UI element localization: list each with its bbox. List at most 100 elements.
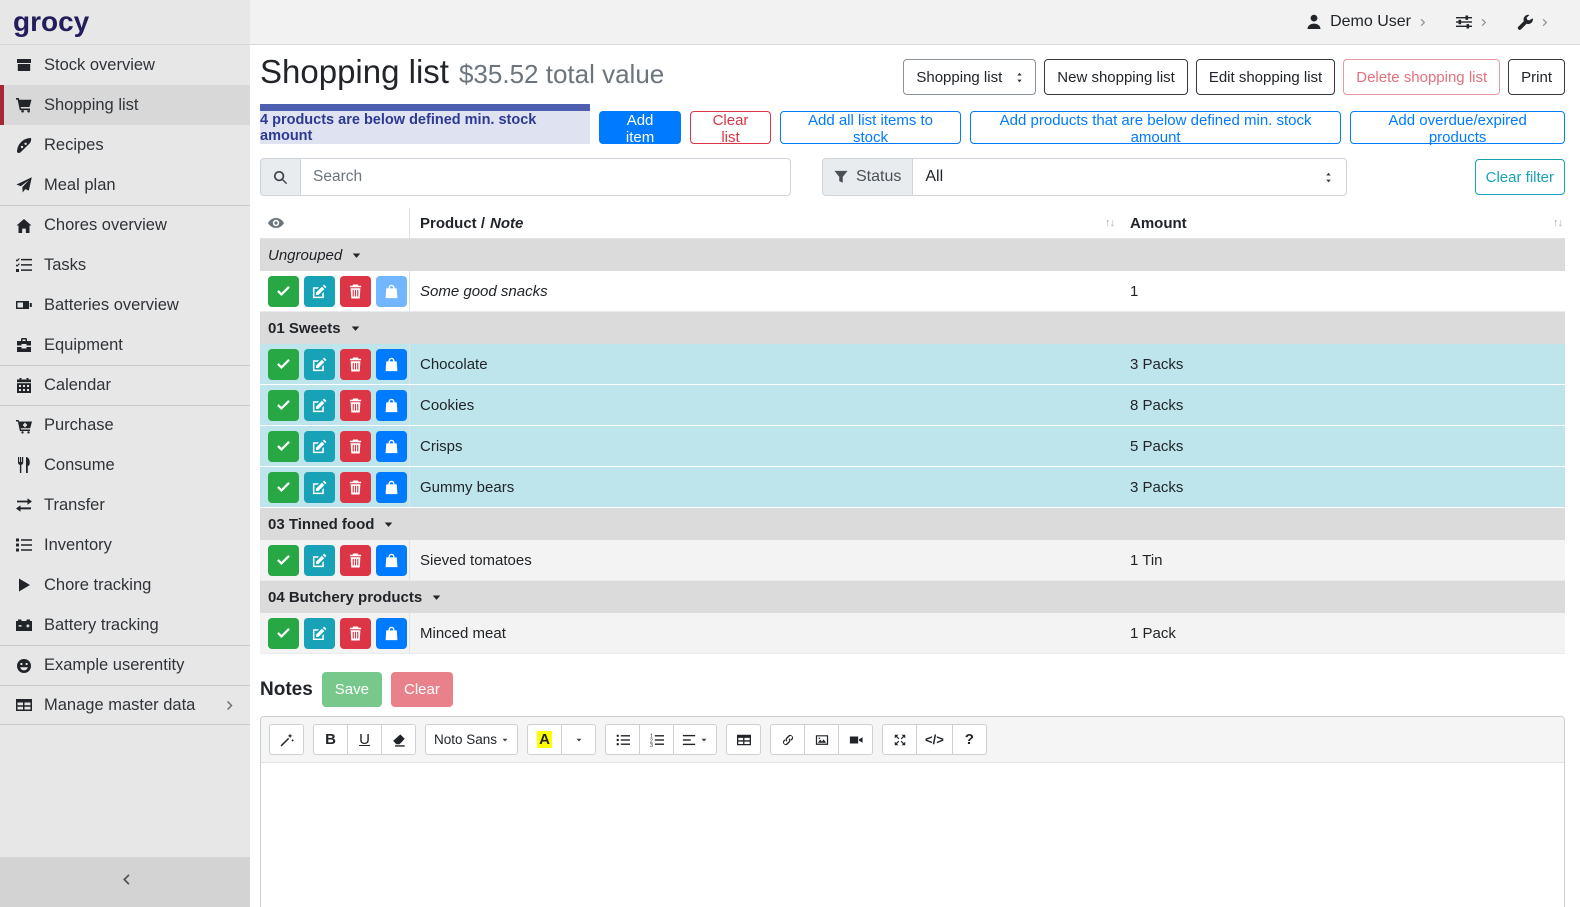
product-column-header[interactable]: Product / Note ↑↓ [410, 208, 1128, 238]
eraser-button[interactable] [381, 724, 416, 755]
product-group-header[interactable]: 04 Butchery products [260, 581, 1565, 613]
print-button[interactable]: Print [1508, 59, 1565, 95]
logo-text: grocy [13, 6, 89, 38]
paragraph-align-button[interactable] [673, 724, 717, 755]
smiley-icon [14, 658, 34, 674]
sidebar-item-calendar[interactable]: Calendar [0, 365, 250, 405]
insert-video-button[interactable] [838, 724, 873, 755]
add-to-stock-button[interactable] [376, 349, 407, 380]
shopping-list-select[interactable]: Shopping list [903, 59, 1036, 95]
caret-down-icon [350, 323, 361, 334]
notes-clear-button[interactable]: Clear [391, 672, 453, 707]
user-menu[interactable]: Demo User [1306, 13, 1428, 31]
edit-item-button[interactable] [304, 545, 335, 576]
notes-row: Notes Save Clear [260, 672, 1565, 707]
amount-column-header[interactable]: Amount ↑↓ [1128, 208, 1565, 238]
add-all-to-stock-button[interactable]: Add all list items to stock [780, 111, 961, 144]
add-to-stock-button[interactable] [376, 618, 407, 649]
sidebar-item-tasks[interactable]: Tasks [0, 245, 250, 285]
delete-item-button[interactable] [340, 545, 371, 576]
sidebar-item-batteries-overview[interactable]: Batteries overview [0, 285, 250, 325]
sidebar-item-manage-master-data[interactable]: Manage master data [0, 685, 250, 725]
clear-filter-button[interactable]: Clear filter [1475, 159, 1565, 195]
delete-item-button[interactable] [340, 276, 371, 307]
mark-done-button[interactable] [268, 276, 299, 307]
add-below-min-stock-button[interactable]: Add products that are below defined min.… [970, 111, 1341, 144]
insert-table-button[interactable] [726, 724, 761, 755]
search-input[interactable] [301, 158, 791, 196]
edit-item-button[interactable] [304, 618, 335, 649]
fullscreen-button[interactable] [882, 724, 917, 755]
clear-list-button[interactable]: Clear list [690, 111, 771, 144]
mark-done-button[interactable] [268, 431, 299, 462]
delete-item-button[interactable] [340, 349, 371, 380]
notes-editor-textarea[interactable] [261, 763, 1564, 907]
insert-picture-button[interactable] [804, 724, 839, 755]
code-view-button[interactable]: </> [916, 724, 953, 755]
admin-menu[interactable] [1517, 14, 1550, 30]
delete-item-button[interactable] [340, 472, 371, 503]
edit-item-button[interactable] [304, 349, 335, 380]
color-dropdown-button[interactable] [561, 724, 596, 755]
edit-item-button[interactable] [304, 390, 335, 421]
edit-item-button[interactable] [304, 431, 335, 462]
sidebar-item-inventory[interactable]: Inventory [0, 525, 250, 565]
add-item-button[interactable]: Add item [599, 111, 681, 144]
sidebar-item-equipment[interactable]: Equipment [0, 325, 250, 365]
sidebar-item-stock-overview[interactable]: Stock overview [0, 45, 250, 85]
sort-icon[interactable]: ↑↓ [1553, 217, 1565, 229]
ordered-list-button[interactable]: 123 [639, 724, 674, 755]
sidebar-item-recipes[interactable]: Recipes [0, 125, 250, 165]
visibility-column-header[interactable] [260, 208, 410, 238]
delete-item-button[interactable] [340, 431, 371, 462]
sidebar-item-purchase[interactable]: Purchase [0, 405, 250, 445]
new-shopping-list-button[interactable]: New shopping list [1044, 59, 1188, 95]
highlight-color-button[interactable]: A [527, 724, 562, 755]
sidebar-item-consume[interactable]: Consume [0, 445, 250, 485]
mark-done-button[interactable] [268, 349, 299, 380]
app-logo[interactable]: grocy [0, 0, 250, 44]
mark-done-button[interactable] [268, 618, 299, 649]
settings-menu[interactable] [1456, 14, 1489, 30]
product-group-header[interactable]: Ungrouped [260, 239, 1565, 271]
delete-item-button[interactable] [340, 618, 371, 649]
unordered-list-button[interactable] [605, 724, 640, 755]
insert-link-button[interactable] [770, 724, 805, 755]
sidebar-item-shopping-list[interactable]: Shopping list [0, 85, 250, 125]
sidebar-item-chores-overview[interactable]: Chores overview [0, 205, 250, 245]
product-group-header[interactable]: 01 Sweets [260, 312, 1565, 344]
status-filter-select[interactable]: All [912, 158, 1347, 196]
add-to-stock-button[interactable] [376, 276, 407, 307]
help-button[interactable]: ? [952, 724, 987, 755]
sidebar-item-example-userentity[interactable]: Example userentity [0, 645, 250, 685]
delete-shopping-list-button[interactable]: Delete shopping list [1343, 59, 1500, 95]
mark-done-button[interactable] [268, 390, 299, 421]
edit-item-button[interactable] [304, 276, 335, 307]
magic-wand-button[interactable] [269, 724, 304, 755]
add-to-stock-button[interactable] [376, 545, 407, 576]
car-battery-icon [14, 617, 34, 633]
mark-done-button[interactable] [268, 545, 299, 576]
notes-save-button[interactable]: Save [322, 672, 382, 707]
edit-item-button[interactable] [304, 472, 335, 503]
mark-done-button[interactable] [268, 472, 299, 503]
sidebar-item-chore-tracking[interactable]: Chore tracking [0, 565, 250, 605]
add-to-stock-button[interactable] [376, 431, 407, 462]
add-to-stock-button[interactable] [376, 390, 407, 421]
sidebar-item-meal-plan[interactable]: Meal plan [0, 165, 250, 205]
add-to-stock-button[interactable] [376, 472, 407, 503]
delete-item-button[interactable] [340, 390, 371, 421]
min-stock-alert[interactable]: 4 products are below defined min. stock … [260, 104, 590, 144]
caret-down-icon [431, 592, 442, 603]
underline-button[interactable]: U [347, 724, 382, 755]
product-group-header[interactable]: 03 Tinned food [260, 508, 1565, 540]
sidebar-collapse-button[interactable] [0, 857, 250, 907]
sort-icon[interactable]: ↑↓ [1105, 217, 1128, 229]
bold-button[interactable]: B [313, 724, 348, 755]
calendar-icon [14, 378, 34, 394]
font-name-button[interactable]: Noto Sans [425, 724, 518, 755]
sidebar-item-battery-tracking[interactable]: Battery tracking [0, 605, 250, 645]
add-overdue-button[interactable]: Add overdue/expired products [1350, 111, 1565, 144]
sidebar-item-transfer[interactable]: Transfer [0, 485, 250, 525]
edit-shopping-list-button[interactable]: Edit shopping list [1196, 59, 1335, 95]
